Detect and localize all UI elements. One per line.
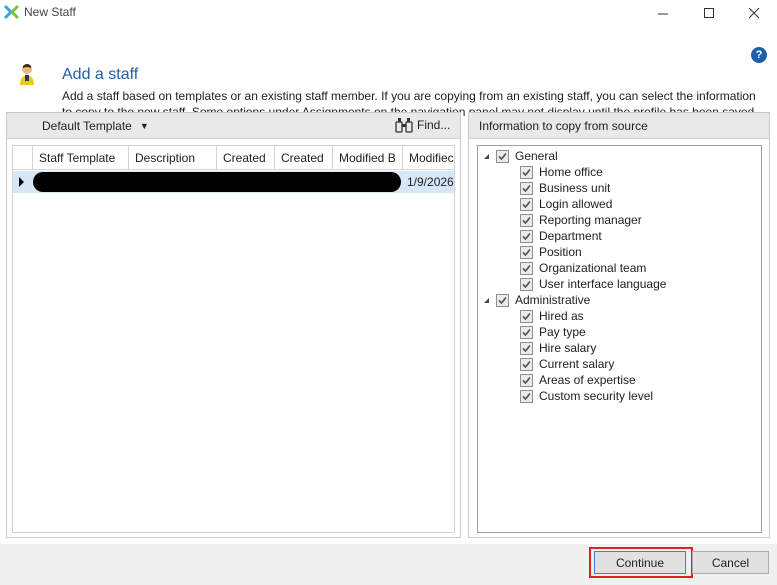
- table-row[interactable]: 1/9/2026: [13, 171, 454, 193]
- tree-item: Current salary: [520, 356, 614, 372]
- maximize-icon: [703, 8, 714, 18]
- item-checkbox[interactable]: [520, 197, 533, 211]
- item-checkbox[interactable]: [520, 229, 533, 243]
- page-title: Add a staff: [62, 66, 139, 83]
- tree-item-label: Login allowed: [539, 197, 613, 211]
- close-button[interactable]: [731, 0, 777, 27]
- column-header-indicator: [13, 146, 33, 170]
- redacted-content: [33, 172, 401, 192]
- tree-item-label: Pay type: [539, 325, 586, 339]
- tree-item: Custom security level: [520, 388, 653, 404]
- tree-group-label: Administrative: [515, 293, 591, 307]
- binoculars-icon: [395, 118, 413, 133]
- tree-item: User interface language: [520, 276, 666, 292]
- find-button[interactable]: Find...: [395, 117, 450, 133]
- item-checkbox[interactable]: [520, 261, 533, 275]
- item-checkbox[interactable]: [520, 389, 533, 403]
- group-checkbox[interactable]: [496, 293, 509, 307]
- maximize-button[interactable]: [686, 0, 732, 27]
- tree-group-general: General: [484, 148, 558, 164]
- template-grid: Staff Template Description Created Creat…: [12, 145, 455, 533]
- continue-button[interactable]: Continue: [594, 551, 686, 574]
- collapse-triangle-icon[interactable]: [484, 297, 489, 303]
- tree-item-label: Custom security level: [539, 389, 654, 403]
- caret-down-icon: ▼: [139, 121, 149, 131]
- item-checkbox[interactable]: [520, 325, 533, 339]
- item-checkbox[interactable]: [520, 165, 533, 179]
- tree-item-label: Department: [539, 229, 602, 243]
- tree-item: Hire salary: [520, 340, 596, 356]
- tree-item-label: Position: [539, 245, 582, 259]
- tree-item: Hired as: [520, 308, 584, 324]
- tree-item: Areas of expertise: [520, 372, 636, 388]
- copy-info-panel: Information to copy from source General H…: [468, 112, 770, 538]
- item-checkbox[interactable]: [520, 181, 533, 195]
- collapse-triangle-icon[interactable]: [484, 153, 489, 159]
- tree-item-label: Areas of expertise: [539, 373, 636, 387]
- find-label: Find...: [417, 118, 451, 132]
- app-logo-icon: [3, 4, 20, 20]
- minimize-icon: [657, 13, 668, 15]
- tree-item: Position: [520, 244, 582, 260]
- help-icon[interactable]: ?: [751, 47, 767, 63]
- column-header-modified[interactable]: Modifiec: [403, 146, 454, 170]
- template-panel: Default Template ▼ Find... Staff Template…: [6, 112, 461, 538]
- column-header-created-by[interactable]: Created: [275, 146, 333, 170]
- tree-item-label: Current salary: [539, 357, 615, 371]
- group-checkbox[interactable]: [496, 149, 509, 163]
- copy-info-tree: General Home office Business unit Login all…: [477, 145, 762, 533]
- column-header-description[interactable]: Description: [129, 146, 217, 170]
- tree-item: Pay type: [520, 324, 586, 340]
- tree-item-label: Business unit: [539, 181, 611, 195]
- tree-item: Organizational team: [520, 260, 646, 276]
- item-checkbox[interactable]: [520, 373, 533, 387]
- template-dropdown-value: Default Template: [42, 119, 132, 133]
- tree-item: Home office: [520, 164, 603, 180]
- row-pointer-icon: [19, 177, 24, 187]
- template-toolbar: Default Template ▼ Find...: [7, 113, 460, 139]
- tree-item: Department: [520, 228, 602, 244]
- tree-item-label: Home office: [539, 165, 603, 179]
- tree-item-label: Hired as: [539, 309, 584, 323]
- tree-item-label: Reporting manager: [539, 213, 642, 227]
- item-checkbox[interactable]: [520, 357, 533, 371]
- item-checkbox[interactable]: [520, 213, 533, 227]
- tree-group-label: General: [515, 149, 558, 163]
- item-checkbox[interactable]: [520, 341, 533, 355]
- column-header-modified-by[interactable]: Modified B: [333, 146, 403, 170]
- template-dropdown[interactable]: Default Template ▼: [42, 119, 149, 133]
- column-header-created[interactable]: Created: [217, 146, 275, 170]
- dialog-content: ? Add a staff Add a staff based on templ…: [0, 27, 777, 544]
- copy-info-title: Information to copy from source: [469, 113, 769, 139]
- cancel-button[interactable]: Cancel: [692, 551, 769, 574]
- tree-item: Business unit: [520, 180, 610, 196]
- tree-item-label: Hire salary: [539, 341, 597, 355]
- minimize-button[interactable]: [640, 0, 686, 27]
- column-header-staff-template[interactable]: Staff Template: [33, 146, 129, 170]
- close-icon: [748, 8, 759, 19]
- window-title: New Staff: [24, 5, 76, 19]
- tree-item-label: Organizational team: [539, 261, 647, 275]
- grid-header: Staff Template Description Created Creat…: [13, 146, 454, 170]
- title-bar: New Staff: [0, 0, 777, 27]
- tree-item-label: User interface language: [539, 277, 667, 291]
- staff-person-icon: [20, 64, 34, 85]
- tree-group-administrative: Administrative: [484, 292, 590, 308]
- row-modified-date: 1/9/2026: [407, 175, 454, 189]
- item-checkbox[interactable]: [520, 309, 533, 323]
- tree-item: Reporting manager: [520, 212, 642, 228]
- item-checkbox[interactable]: [520, 245, 533, 259]
- item-checkbox[interactable]: [520, 277, 533, 291]
- tree-item: Login allowed: [520, 196, 612, 212]
